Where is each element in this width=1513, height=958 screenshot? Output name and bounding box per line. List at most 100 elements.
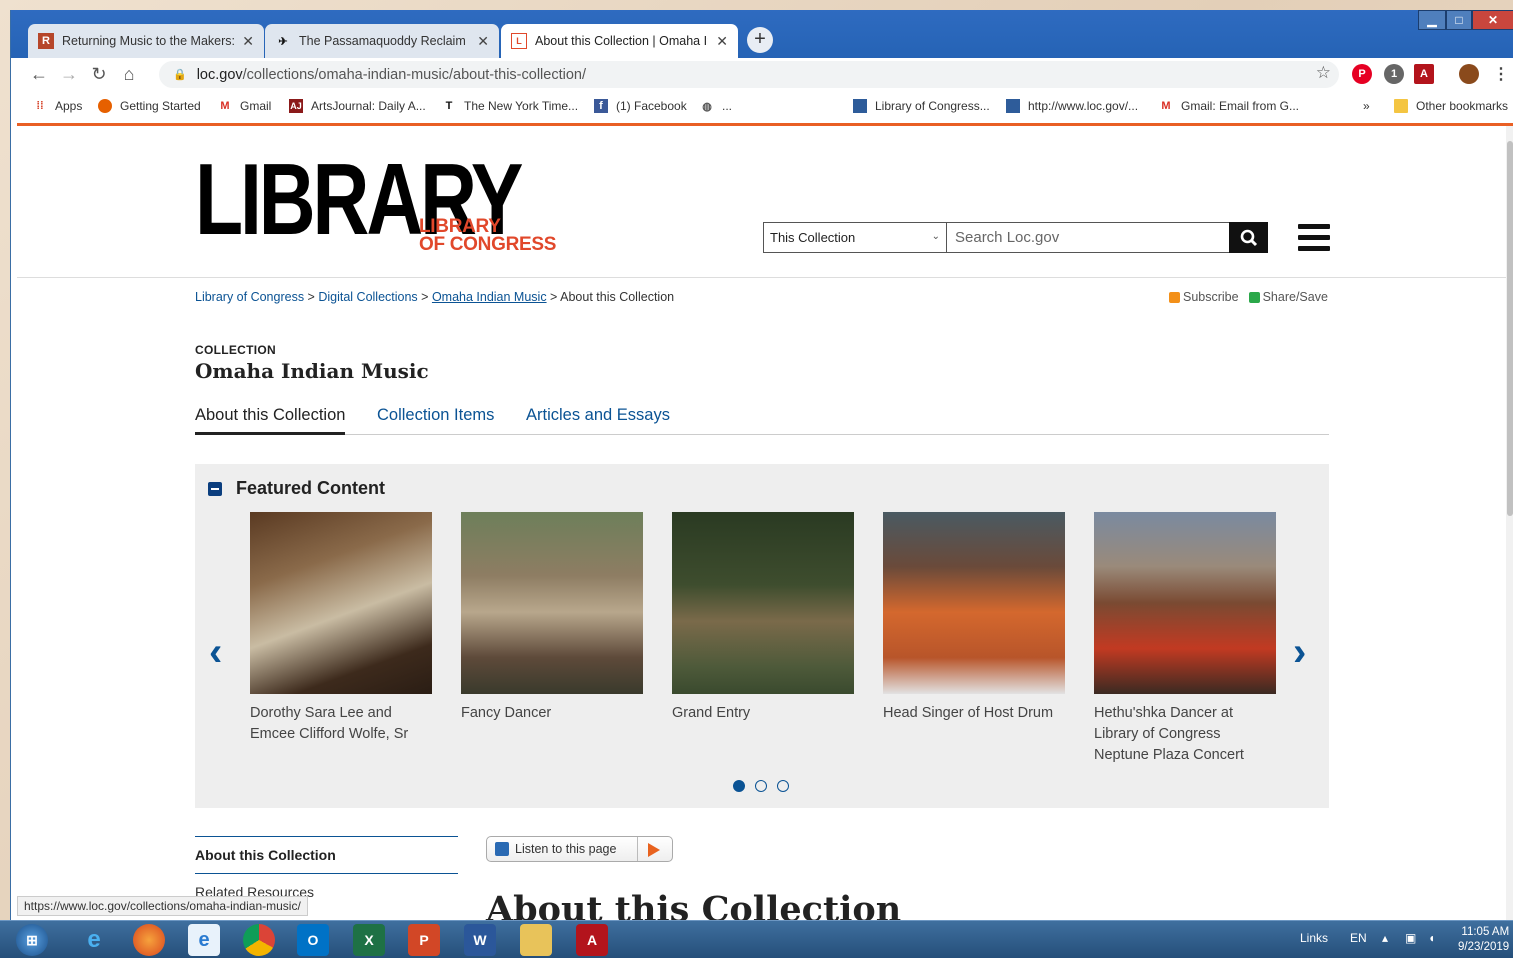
listen-to-page-button[interactable]: Listen to this page (486, 836, 673, 862)
bookmark-gmail[interactable]: M Gmail (218, 99, 271, 113)
featured-image[interactable] (672, 512, 854, 694)
bookmark-label: ... (722, 99, 733, 113)
breadcrumb-library-of-congress[interactable]: Library of Congress (195, 290, 304, 304)
tab-collection-items[interactable]: Collection Items (377, 406, 494, 435)
internet-explorer-icon[interactable]: e (78, 924, 110, 956)
r-icon: R (38, 33, 54, 49)
carousel-dot[interactable] (777, 780, 789, 792)
bookmark-artsjournal[interactable]: AJ ArtsJournal: Daily A... (289, 99, 426, 113)
featured-caption[interactable]: Fancy Dancer (461, 703, 643, 724)
network-icon[interactable]: ▣ (1405, 931, 1416, 945)
featured-item[interactable]: Hethu'shka Dancer at Library of Congress… (1094, 512, 1276, 766)
bookmarks-overflow[interactable]: » (1363, 99, 1370, 113)
word-icon[interactable]: W (464, 924, 496, 956)
home-icon[interactable]: ⌂ (114, 64, 144, 85)
scrollbar-thumb[interactable] (1507, 141, 1513, 516)
bookmark-star-icon[interactable]: ☆ (1316, 63, 1331, 83)
breadcrumb-omaha-indian-music[interactable]: Omaha Indian Music (432, 290, 547, 304)
search-button[interactable] (1229, 222, 1268, 253)
acrobat-icon[interactable]: A (1414, 64, 1434, 84)
tab-articles-and-essays[interactable]: Articles and Essays (526, 406, 670, 435)
carousel-prev-arrow-icon[interactable]: ‹ (209, 632, 222, 672)
tab-returning-music[interactable]: R Returning Music to the Makers: T ✕ (28, 24, 264, 58)
hamburger-menu-icon[interactable] (1298, 224, 1330, 251)
close-window-button[interactable]: ✕ (1472, 10, 1513, 30)
firefox-icon[interactable] (133, 924, 165, 956)
bookmark-label: Getting Started (120, 99, 201, 113)
chevron-down-icon: ⌄ (931, 231, 940, 242)
featured-item[interactable]: Head Singer of Host Drum (883, 512, 1065, 724)
reload-icon[interactable]: ↻ (84, 64, 114, 85)
scrollbar[interactable] (1506, 126, 1513, 920)
breadcrumb-digital-collections[interactable]: Digital Collections (318, 290, 417, 304)
featured-content-header[interactable]: Featured Content (208, 478, 385, 499)
facebook-icon: f (594, 99, 608, 113)
bookmark-other[interactable]: Other bookmarks (1394, 99, 1508, 113)
featured-caption[interactable]: Dorothy Sara Lee and Emcee Clifford Wolf… (250, 703, 432, 745)
carousel-pagination (733, 780, 799, 792)
tab-passamaquoddy[interactable]: ✈ The Passamaquoddy Reclaim The ✕ (265, 24, 499, 58)
clock[interactable]: 11:05 AM 9/23/2019 (1458, 925, 1509, 955)
close-icon[interactable]: ✕ (716, 33, 728, 50)
sidenav-about-this-collection[interactable]: About this Collection (195, 836, 458, 873)
links-toolbar[interactable]: Links (1300, 931, 1328, 945)
loc-logo[interactable]: LIBRARY OF CONGRESS (419, 217, 556, 254)
tab-about-collection[interactable]: L About this Collection | Omaha Ir ✕ (501, 24, 738, 58)
featured-image[interactable] (1094, 512, 1276, 694)
bookmark-getting-started[interactable]: Getting Started (98, 99, 201, 113)
address-bar[interactable]: 🔒 loc.gov/collections/omaha-indian-music… (159, 61, 1339, 88)
featured-item[interactable]: Dorothy Sara Lee and Emcee Clifford Wolf… (250, 512, 432, 745)
firefox-icon (98, 99, 112, 113)
subscribe-link[interactable]: Subscribe (1183, 290, 1239, 304)
carousel-dot[interactable] (755, 780, 767, 792)
bookmark-facebook[interactable]: f (1) Facebook (594, 99, 687, 113)
play-icon[interactable] (648, 843, 660, 857)
minimize-button[interactable]: ▁ (1418, 10, 1446, 30)
bookmark-apps[interactable]: ⁞⁞ Apps (33, 99, 82, 113)
bookmark-globe[interactable]: ◍... (700, 99, 732, 113)
extension-shield-icon[interactable]: 1 (1384, 64, 1404, 84)
featured-item[interactable]: Grand Entry (672, 512, 854, 724)
volume-icon[interactable]: ◖ (1428, 931, 1435, 945)
loc-book-icon (853, 99, 867, 113)
featured-item[interactable]: Fancy Dancer (461, 512, 643, 724)
new-tab-button[interactable]: + (747, 27, 773, 53)
featured-content-carousel: Featured Content ‹ Dorothy Sara Lee and … (195, 464, 1329, 808)
avatar[interactable] (1459, 64, 1479, 84)
featured-caption[interactable]: Grand Entry (672, 703, 854, 724)
close-icon[interactable]: ✕ (477, 33, 489, 50)
start-button-icon[interactable]: ⊞ (16, 924, 48, 956)
tab-strip: R Returning Music to the Makers: T ✕ ✈ T… (11, 10, 1513, 58)
search-scope-select[interactable]: This Collection ⌄ (763, 222, 947, 253)
featured-image[interactable] (250, 512, 432, 694)
file-explorer-icon[interactable] (520, 924, 552, 956)
chrome-icon[interactable] (243, 924, 275, 956)
bookmark-loc-url[interactable]: http://www.loc.gov/... (1006, 99, 1138, 113)
acrobat-icon[interactable]: A (576, 924, 608, 956)
featured-image[interactable] (883, 512, 1065, 694)
menu-dots-icon[interactable]: ⋮ (1491, 64, 1511, 84)
featured-image[interactable] (461, 512, 643, 694)
maximize-button[interactable]: □ (1446, 10, 1472, 30)
collapse-icon[interactable] (208, 481, 222, 496)
back-icon[interactable]: ← (24, 64, 54, 85)
powerpoint-icon[interactable]: P (408, 924, 440, 956)
carousel-next-arrow-icon[interactable]: › (1293, 632, 1306, 672)
internet-explorer-icon[interactable]: e (188, 924, 220, 956)
language-indicator[interactable]: EN (1350, 931, 1367, 945)
share-save-link[interactable]: Share/Save (1263, 290, 1328, 304)
bookmark-nytimes[interactable]: T The New York Time... (442, 99, 578, 113)
outlook-icon[interactable]: O (297, 924, 329, 956)
featured-caption[interactable]: Hethu'shka Dancer at Library of Congress… (1094, 703, 1276, 766)
bookmark-gmail-email[interactable]: M Gmail: Email from G... (1159, 99, 1299, 113)
carousel-dot[interactable] (733, 780, 745, 792)
tab-about-this-collection[interactable]: About this Collection (195, 406, 346, 435)
featured-caption[interactable]: Head Singer of Host Drum (883, 703, 1065, 724)
search-input[interactable]: Search Loc.gov (946, 222, 1230, 253)
pinterest-icon[interactable]: P (1352, 64, 1372, 84)
excel-icon[interactable]: X (353, 924, 385, 956)
bookmark-loc[interactable]: Library of Congress... (853, 99, 990, 113)
close-icon[interactable]: ✕ (242, 33, 254, 50)
forward-icon[interactable]: → (54, 64, 84, 85)
tray-arrow-icon[interactable]: ▴ (1382, 931, 1388, 945)
